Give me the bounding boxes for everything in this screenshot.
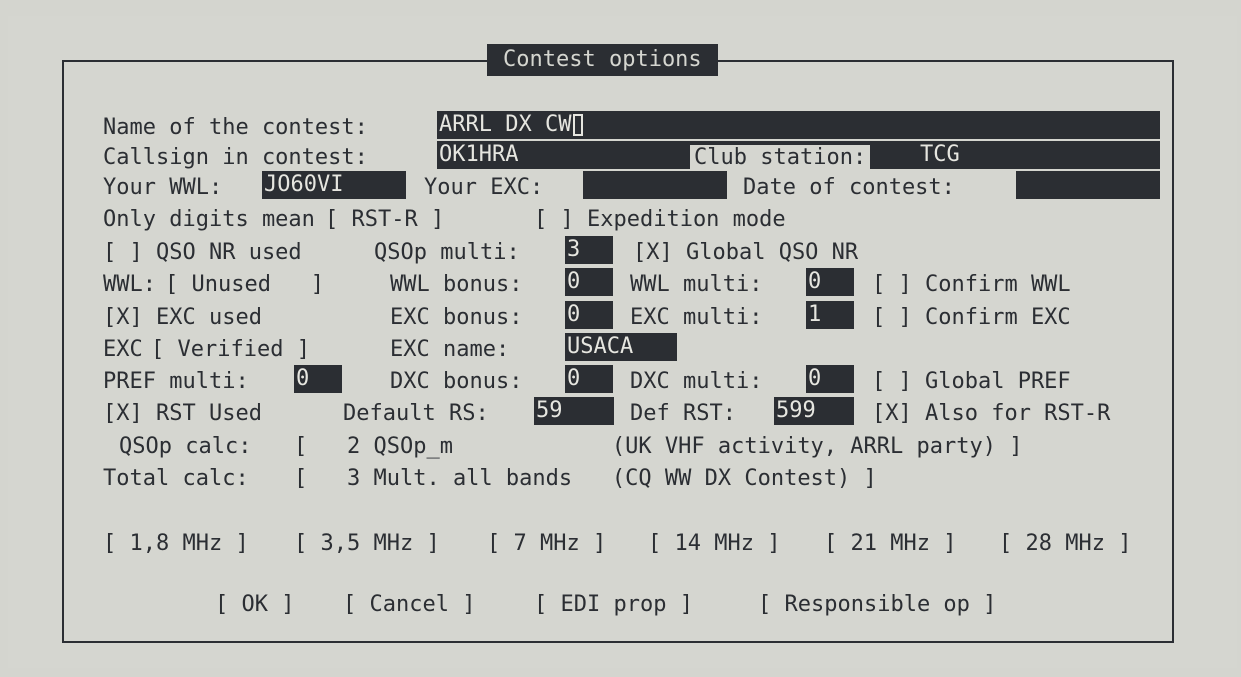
exc-multi-label: EXC multi: bbox=[630, 305, 763, 330]
exc-used-checkbox[interactable]: [X] EXC used bbox=[103, 305, 262, 331]
contest-name-input[interactable]: ARRL DX CW bbox=[437, 111, 1160, 139]
wwl-input[interactable]: JO60VI bbox=[262, 171, 406, 199]
date-label: Date of contest: bbox=[743, 175, 955, 200]
exc-mode-label: EXC bbox=[103, 337, 143, 362]
global-pref-checkbox[interactable]: [ ] Global PREF bbox=[872, 369, 1071, 395]
def-rst-label: Def RST: bbox=[630, 401, 736, 426]
contest-name-label: Name of the contest: bbox=[103, 115, 368, 140]
club-station-label: Club station: bbox=[690, 145, 871, 171]
responsible-op-button[interactable]: [ Responsible op ] bbox=[758, 592, 996, 618]
edi-prop-button[interactable]: [ EDI prop ] bbox=[534, 592, 693, 618]
exc-name-input[interactable]: USACA bbox=[565, 333, 677, 361]
band-21-mhz-button[interactable]: [ 21 MHz ] bbox=[824, 531, 956, 557]
def-rst-input[interactable]: 599 bbox=[774, 397, 854, 425]
exc-bonus-label: EXC bonus: bbox=[390, 305, 523, 330]
wwl-multi-label: WWL multi: bbox=[630, 272, 763, 297]
exc-multi-input[interactable]: 1 bbox=[806, 301, 854, 329]
default-rs-input[interactable]: 59 bbox=[534, 397, 614, 425]
wwl-label: Your WWL: bbox=[103, 175, 223, 200]
confirm-wwl-checkbox[interactable]: [ ] Confirm WWL bbox=[872, 272, 1071, 298]
total-calc-label: Total calc: bbox=[103, 466, 249, 491]
dxc-bonus-label: DXC bonus: bbox=[390, 369, 523, 394]
dialog-title: Contest options bbox=[487, 44, 718, 76]
expedition-mode-checkbox[interactable]: [ ] Expedition mode bbox=[534, 207, 786, 233]
confirm-exc-checkbox[interactable]: [ ] Confirm EXC bbox=[872, 305, 1071, 331]
wwl-mode-label: WWL: bbox=[103, 272, 156, 297]
wwl-bonus-label: WWL bonus: bbox=[390, 272, 523, 297]
dxc-multi-label: DXC multi: bbox=[630, 369, 763, 394]
rst-used-checkbox[interactable]: [X] RST Used bbox=[103, 401, 262, 427]
callsign-label: Callsign in contest: bbox=[103, 145, 368, 170]
text-cursor bbox=[573, 114, 584, 136]
band-7-mhz-button[interactable]: [ 7 MHz ] bbox=[487, 531, 606, 557]
band-1-8-mhz-button[interactable]: [ 1,8 MHz ] bbox=[103, 531, 249, 557]
qsop-multi-label: QSOp multi: bbox=[374, 240, 520, 265]
only-digits-label: Only digits mean bbox=[103, 207, 315, 232]
dxc-bonus-input[interactable]: 0 bbox=[565, 365, 613, 393]
band-28-mhz-button[interactable]: [ 28 MHz ] bbox=[999, 531, 1131, 557]
pref-multi-label: PREF multi: bbox=[103, 369, 249, 394]
only-digits-selector[interactable]: [ RST-R ] bbox=[325, 207, 444, 233]
date-input[interactable] bbox=[1016, 171, 1160, 199]
club-station-input[interactable]: TCG bbox=[918, 141, 1160, 169]
ok-button[interactable]: [ OK ] bbox=[215, 592, 294, 618]
dxc-multi-input[interactable]: 0 bbox=[806, 365, 854, 393]
qsop-calc-selector[interactable]: [ 2 QSOp_m (UK VHF activity, ARRL party)… bbox=[294, 434, 1022, 460]
exc-mode-selector[interactable]: [ Verified ] bbox=[151, 337, 310, 363]
exc-name-label: EXC name: bbox=[390, 337, 510, 362]
cancel-button[interactable]: [ Cancel ] bbox=[343, 592, 475, 618]
qso-nr-used-checkbox[interactable]: [ ] QSO NR used bbox=[103, 240, 302, 266]
band-3-5-mhz-button[interactable]: [ 3,5 MHz ] bbox=[294, 531, 440, 557]
total-calc-selector[interactable]: [ 3 Mult. all bands (CQ WW DX Contest) ] bbox=[294, 466, 877, 492]
global-qso-nr-checkbox[interactable]: [X] Global QSO NR bbox=[633, 240, 858, 266]
pref-multi-input[interactable]: 0 bbox=[294, 365, 342, 393]
wwl-mode-selector[interactable]: [ Unused ] bbox=[165, 272, 324, 298]
exc-input[interactable] bbox=[583, 171, 727, 199]
wwl-multi-input[interactable]: 0 bbox=[806, 268, 854, 296]
exc-bonus-input[interactable]: 0 bbox=[565, 301, 613, 329]
also-rst-r-checkbox[interactable]: [X] Also for RST-R bbox=[872, 401, 1110, 427]
band-14-mhz-button[interactable]: [ 14 MHz ] bbox=[648, 531, 780, 557]
wwl-bonus-input[interactable]: 0 bbox=[565, 268, 613, 296]
exc-label: Your EXC: bbox=[424, 175, 544, 200]
default-rs-label: Default RS: bbox=[343, 401, 489, 426]
qsop-multi-input[interactable]: 3 bbox=[565, 236, 613, 264]
qsop-calc-label: QSOp calc: bbox=[119, 434, 252, 459]
